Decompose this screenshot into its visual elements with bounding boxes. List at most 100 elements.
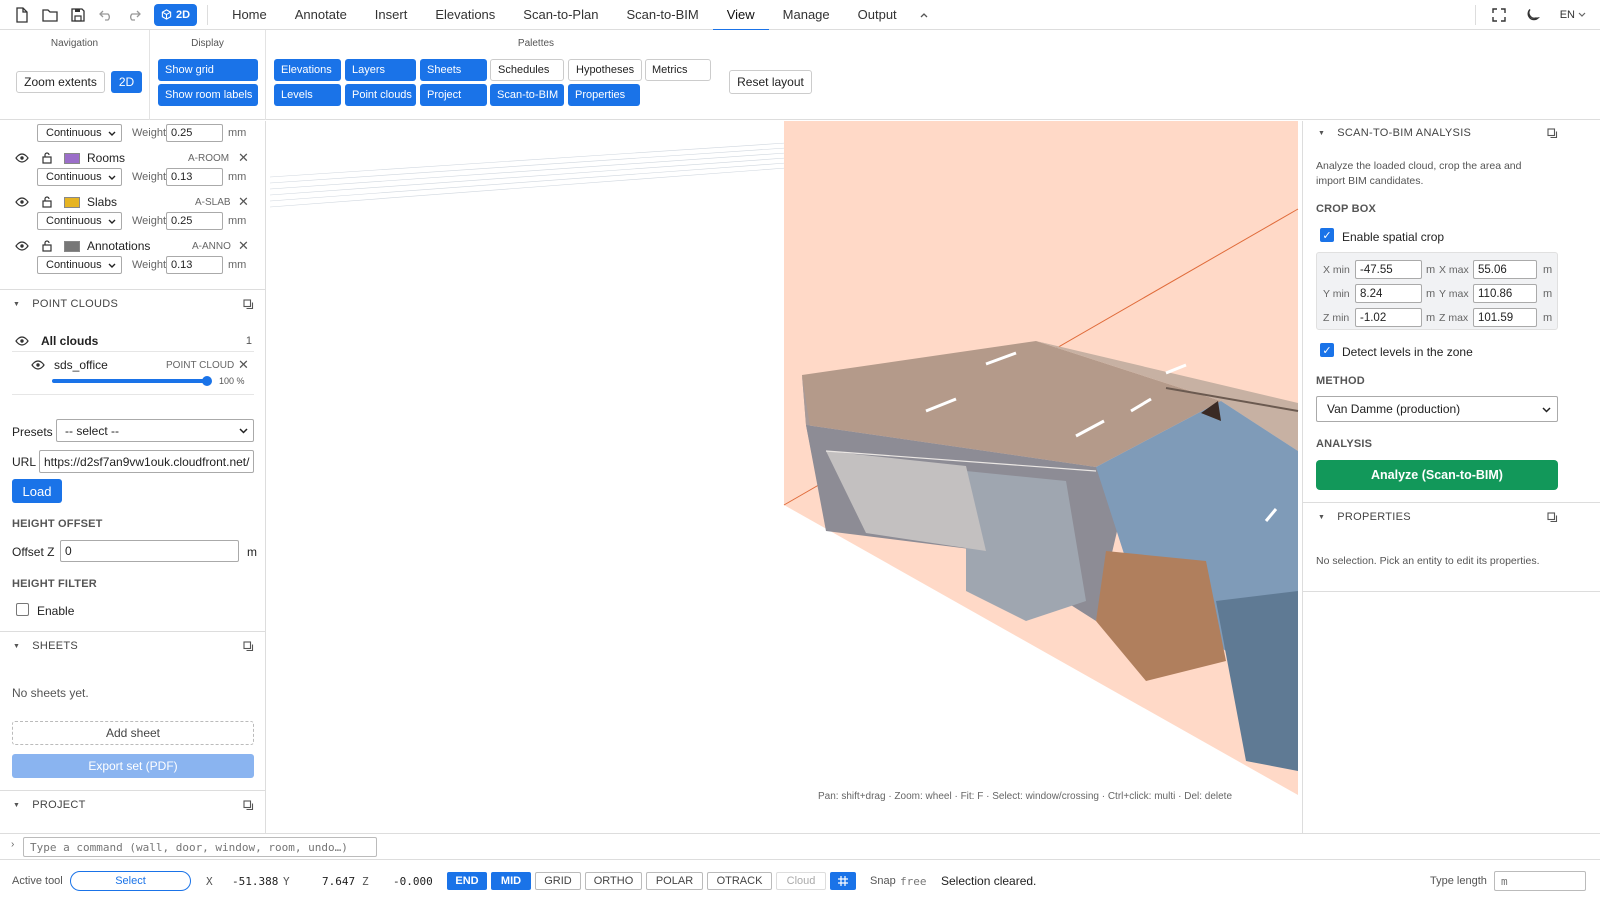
linetype-select[interactable]: Continuous (37, 168, 122, 186)
palette-properties[interactable]: Properties (568, 84, 640, 106)
add-sheet-button[interactable]: Add sheet (12, 721, 254, 745)
lock-icon[interactable] (42, 240, 52, 252)
tab-view[interactable]: View (712, 0, 769, 31)
undo-button[interactable] (94, 3, 118, 27)
visibility-eye-icon[interactable] (15, 335, 29, 346)
sheets-section-header[interactable]: ▼ SHEETS (0, 634, 265, 658)
save-button[interactable] (66, 3, 90, 27)
visibility-eye-icon[interactable] (15, 153, 29, 163)
x-max-input[interactable]: 55.06 (1473, 260, 1537, 279)
lock-icon[interactable] (42, 196, 52, 208)
redo-button[interactable] (122, 3, 146, 27)
open-folder-button[interactable] (38, 3, 62, 27)
weight-input[interactable]: 0.13 (166, 168, 223, 186)
delete-layer-button[interactable]: ✕ (238, 238, 249, 254)
delete-layer-button[interactable]: ✕ (238, 194, 249, 210)
detect-levels-checkbox[interactable]: ✓ (1320, 343, 1334, 357)
palette-levels[interactable]: Levels (274, 84, 341, 106)
weight-input[interactable]: 0.25 (166, 124, 223, 142)
detach-panel-icon[interactable] (243, 640, 254, 652)
detach-panel-icon[interactable] (243, 298, 254, 310)
layer-color-swatch[interactable] (64, 240, 80, 252)
export-set-button[interactable]: Export set (PDF) (12, 754, 254, 778)
weight-input[interactable]: 0.13 (166, 256, 223, 274)
x-min-input[interactable]: -47.55 (1355, 260, 1422, 279)
scan-to-bim-section-header[interactable]: ▼ SCAN-TO-BIM ANALYSIS (1303, 121, 1600, 145)
collapse-ribbon-button[interactable] (911, 0, 937, 30)
palette-elevations[interactable]: Elevations (274, 59, 341, 81)
lock-icon[interactable] (42, 152, 52, 164)
active-tool-pill[interactable]: Select (70, 871, 191, 891)
language-selector[interactable]: EN (1560, 9, 1586, 21)
visibility-eye-icon[interactable] (15, 197, 29, 207)
palette-schedules[interactable]: Schedules (490, 59, 564, 81)
show-grid-toggle[interactable]: Show grid (158, 59, 258, 81)
otrack-toggle[interactable]: OTRACK (707, 872, 772, 890)
point-clouds-section-header[interactable]: ▼ POINT CLOUDS (0, 292, 265, 316)
tab-annotate[interactable]: Annotate (281, 0, 361, 30)
linetype-select[interactable]: Continuous (37, 212, 122, 230)
theme-toggle[interactable] (1526, 8, 1540, 22)
detach-panel-icon[interactable] (243, 799, 254, 811)
z-min-input[interactable]: -1.02 (1355, 308, 1422, 327)
tab-scan-to-plan[interactable]: Scan-to-Plan (509, 0, 612, 30)
project-section-header[interactable]: ▼ PROJECT (0, 793, 265, 817)
offset-z-input[interactable]: 0 (60, 540, 239, 562)
show-room-labels-toggle[interactable]: Show room labels (158, 84, 258, 106)
palette-layers[interactable]: Layers (345, 59, 416, 81)
type-length-input[interactable] (1494, 871, 1586, 891)
delete-layer-button[interactable]: ✕ (238, 150, 249, 166)
opacity-slider[interactable] (52, 379, 210, 383)
linetype-select[interactable]: Continuous (37, 124, 122, 142)
mode-2d-button[interactable]: 2D (111, 71, 142, 93)
detach-panel-icon[interactable] (1547, 511, 1558, 523)
tab-scan-to-bim[interactable]: Scan-to-BIM (612, 0, 712, 30)
palette-sheets[interactable]: Sheets (420, 59, 487, 81)
mode-badge[interactable]: 2D (154, 3, 198, 26)
detach-panel-icon[interactable] (1547, 127, 1558, 139)
ortho-toggle[interactable]: ORTHO (585, 872, 642, 890)
tab-home[interactable]: Home (218, 0, 281, 30)
layer-color-swatch[interactable] (64, 152, 80, 164)
tab-manage[interactable]: Manage (769, 0, 844, 30)
layer-color-swatch[interactable] (64, 196, 80, 208)
analyze-button[interactable]: Analyze (Scan-to-BIM) (1316, 460, 1558, 490)
polar-toggle[interactable]: POLAR (646, 872, 703, 890)
palette-point-clouds[interactable]: Point clouds (345, 84, 416, 106)
weight-input[interactable]: 0.25 (166, 212, 223, 230)
linetype-select[interactable]: Continuous (37, 256, 122, 274)
reset-layout-button[interactable]: Reset layout (729, 70, 812, 94)
cloud-snap-toggle[interactable]: Cloud (776, 872, 826, 890)
url-input[interactable]: https://d2sf7an9vw1ouk.cloudfront.net/ (39, 450, 254, 473)
presets-select[interactable]: -- select -- (56, 419, 254, 442)
remove-point-cloud-button[interactable]: ✕ (238, 357, 249, 373)
command-input[interactable] (23, 837, 377, 857)
visibility-eye-icon[interactable] (31, 360, 45, 370)
grid-snap-button[interactable] (830, 872, 856, 890)
tab-elevations[interactable]: Elevations (421, 0, 509, 30)
y-max-input[interactable]: 110.86 (1473, 284, 1537, 303)
fullscreen-button[interactable] (1492, 8, 1506, 22)
point-cloud-view[interactable] (266, 121, 1302, 817)
palette-hypotheses[interactable]: Hypotheses (568, 59, 642, 81)
palette-scan-to-bim[interactable]: Scan-to-BIM (490, 84, 564, 106)
snap-mid-toggle[interactable]: MID (491, 872, 531, 890)
opacity-slider-thumb[interactable] (202, 376, 212, 386)
z-max-input[interactable]: 101.59 (1473, 308, 1537, 327)
load-button[interactable]: Load (12, 479, 62, 503)
enable-crop-checkbox[interactable]: ✓ (1320, 228, 1334, 242)
drawing-viewport[interactable]: Pan: shift+drag · Zoom: wheel · Fit: F ·… (266, 121, 1302, 817)
visibility-eye-icon[interactable] (15, 241, 29, 251)
tab-insert[interactable]: Insert (361, 0, 422, 30)
y-min-input[interactable]: 8.24 (1355, 284, 1422, 303)
snap-grid-toggle[interactable]: GRID (535, 872, 581, 890)
properties-section-header[interactable]: ▼ PROPERTIES (1303, 505, 1600, 529)
zoom-extents-button[interactable]: Zoom extents (16, 71, 105, 93)
palette-project[interactable]: Project (420, 84, 487, 106)
new-file-button[interactable] (10, 3, 34, 27)
tab-output[interactable]: Output (844, 0, 911, 30)
snap-end-toggle[interactable]: END (447, 872, 487, 890)
height-filter-checkbox[interactable] (16, 603, 29, 616)
method-select[interactable]: Van Damme (production) (1316, 396, 1558, 422)
palette-metrics[interactable]: Metrics (645, 59, 711, 81)
